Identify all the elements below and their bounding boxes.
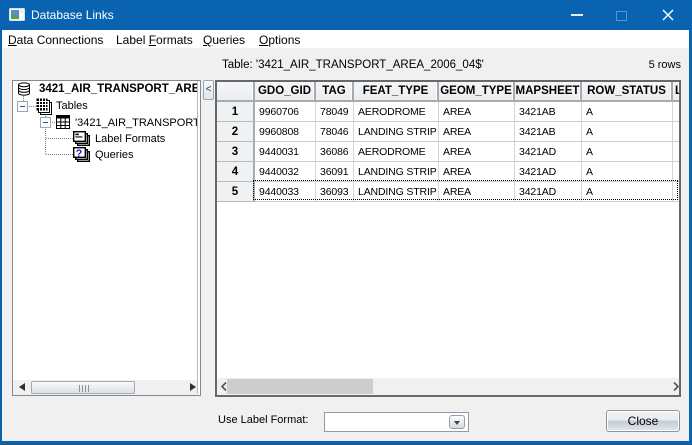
svg-text:?: ?: [76, 148, 83, 160]
